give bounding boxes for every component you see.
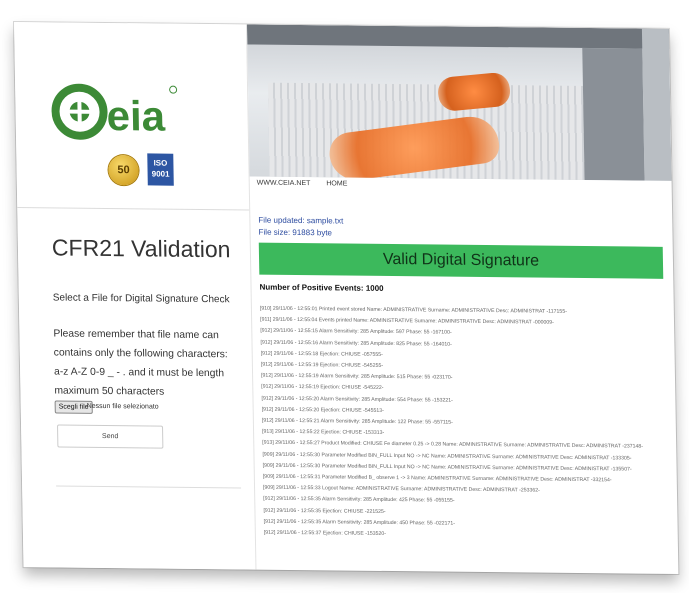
validation-results: File updated: sample.txt File size: 9188… [258, 215, 678, 544]
iso-badge-line-1: ISO [153, 158, 168, 168]
select-file-label: Select a File for Digital Signature Chec… [52, 292, 230, 306]
iso-badge-line-2: 9001 [151, 169, 170, 179]
nav-link-website[interactable]: WWW.CEIA.NET [257, 180, 311, 188]
top-navigation: WWW.CEIA.NET HOME [257, 180, 362, 188]
send-button[interactable]: Send [57, 424, 164, 449]
file-status-text: Nessun file selezionato [86, 402, 159, 411]
hero-image [246, 24, 672, 181]
sidebar: eia 50 ISO 9001 CFR21 Validation Select … [14, 22, 257, 570]
event-log: [910] 29/11/06 - 12:55:01 Printed event … [260, 304, 678, 544]
brand-area: eia 50 ISO 9001 [14, 22, 250, 211]
signature-status-banner: Valid Digital Signature [258, 242, 664, 279]
detector-tunnel [582, 47, 645, 181]
machine-frame [641, 28, 672, 181]
nav-link-home[interactable]: HOME [326, 180, 347, 187]
anniversary-badge: 50 [108, 155, 139, 186]
filename-rules-note: Please remember that file name can conta… [53, 328, 228, 398]
page-title: CFR21 Validation [51, 234, 231, 263]
divider [56, 485, 242, 489]
logo-lettering: eia [106, 92, 166, 140]
app-window: eia 50 ISO 9001 CFR21 Validation Select … [14, 22, 679, 575]
ceia-logo: eia [51, 83, 178, 140]
iso-badge: ISO 9001 [147, 153, 174, 186]
positive-events-count: Number of Positive Events: 1000 [259, 282, 384, 293]
detector-housing [246, 24, 670, 49]
